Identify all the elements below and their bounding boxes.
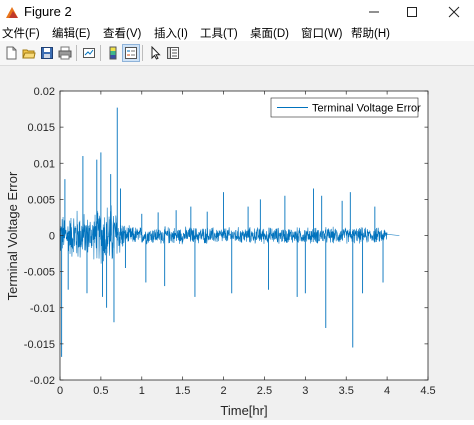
x-axis-label: Time[hr] <box>220 403 267 418</box>
menu-tools[interactable]: 工具(T) <box>200 25 238 41</box>
line-chart[interactable]: 0 0.5 1 1.5 2 2.5 3 3.5 4 4.5 -0.02 -0.015 -0.01 -0.… <box>0 66 474 420</box>
menu-insert[interactable]: 插入(I) <box>154 25 188 41</box>
minimize-icon <box>369 11 379 13</box>
close-icon <box>448 6 460 18</box>
new-figure-icon <box>6 46 17 60</box>
save-icon <box>41 47 53 59</box>
insert-legend-icon <box>125 47 137 59</box>
x-tick-label: 0.5 <box>93 385 108 397</box>
pointer-icon <box>151 46 161 60</box>
x-tick-label: 0 <box>57 385 63 397</box>
x-tick-label: 2 <box>220 385 226 397</box>
property-inspector-button[interactable] <box>164 44 182 62</box>
legend[interactable]: Terminal Voltage Error <box>270 97 421 118</box>
save-button[interactable] <box>38 44 56 62</box>
y-tick-label: -0.005 <box>24 267 55 279</box>
legend-label: Terminal Voltage Error <box>312 103 421 115</box>
open-file-icon <box>22 49 36 59</box>
toolbar-separator <box>142 45 143 61</box>
toolbar-separator <box>76 45 77 61</box>
y-tick-label: 0.01 <box>34 158 55 170</box>
y-tick-label: -0.02 <box>30 375 55 387</box>
x-tick-label: 2.5 <box>257 385 272 397</box>
menu-window[interactable]: 窗口(W) <box>301 25 343 41</box>
minimize-button[interactable] <box>356 0 392 24</box>
y-tick-label: -0.015 <box>24 339 55 351</box>
x-tick-label: 3 <box>302 385 308 397</box>
open-file-button[interactable] <box>20 44 38 62</box>
new-figure-button[interactable] <box>2 44 20 62</box>
link-plot-icon <box>83 48 95 58</box>
figure-toolbar <box>0 41 474 66</box>
y-tick-label: 0 <box>49 231 55 243</box>
x-tick-label: 4 <box>384 385 390 397</box>
pointer-button[interactable] <box>146 44 164 62</box>
insert-colorbar-button[interactable] <box>104 44 122 62</box>
menu-file[interactable]: 文件(F) <box>2 25 40 41</box>
y-axis-label: Terminal Voltage Error <box>5 171 20 300</box>
y-tick-label: -0.01 <box>30 303 55 315</box>
matlab-figure-icon <box>6 7 18 18</box>
menu-edit[interactable]: 编辑(E) <box>52 25 90 41</box>
y-tick-label: 0.015 <box>27 122 55 134</box>
x-tick-label: 3.5 <box>339 385 354 397</box>
link-plot-button[interactable] <box>80 44 98 62</box>
figure-canvas: 0 0.5 1 1.5 2 2.5 3 3.5 4 4.5 -0.02 -0.015 -0.01 -0.… <box>0 66 474 420</box>
menu-desktop[interactable]: 桌面(D) <box>250 25 289 41</box>
x-tick-label: 1.5 <box>175 385 190 397</box>
maximize-icon <box>407 7 417 17</box>
x-tick-label: 4.5 <box>420 385 435 397</box>
x-tick-label: 1 <box>139 385 145 397</box>
window-title: Figure 2 <box>24 4 72 19</box>
print-button[interactable] <box>56 44 74 62</box>
y-tick-label: 0.005 <box>27 194 55 206</box>
close-button[interactable] <box>436 0 472 24</box>
window-titlebar: Figure 2 <box>0 0 474 25</box>
insert-legend-button[interactable] <box>122 44 140 62</box>
print-icon <box>58 46 72 60</box>
menu-view[interactable]: 查看(V) <box>103 25 141 41</box>
maximize-button[interactable] <box>394 0 430 24</box>
insert-colorbar-icon <box>109 46 117 60</box>
menu-help[interactable]: 帮助(H) <box>351 25 390 41</box>
toolbar-separator <box>100 45 101 61</box>
menu-bar: 文件(F) 编辑(E) 查看(V) 插入(I) 工具(T) 桌面(D) 窗口(W… <box>0 24 474 41</box>
y-tick-label: 0.02 <box>34 86 55 98</box>
property-inspector-icon <box>167 47 179 59</box>
